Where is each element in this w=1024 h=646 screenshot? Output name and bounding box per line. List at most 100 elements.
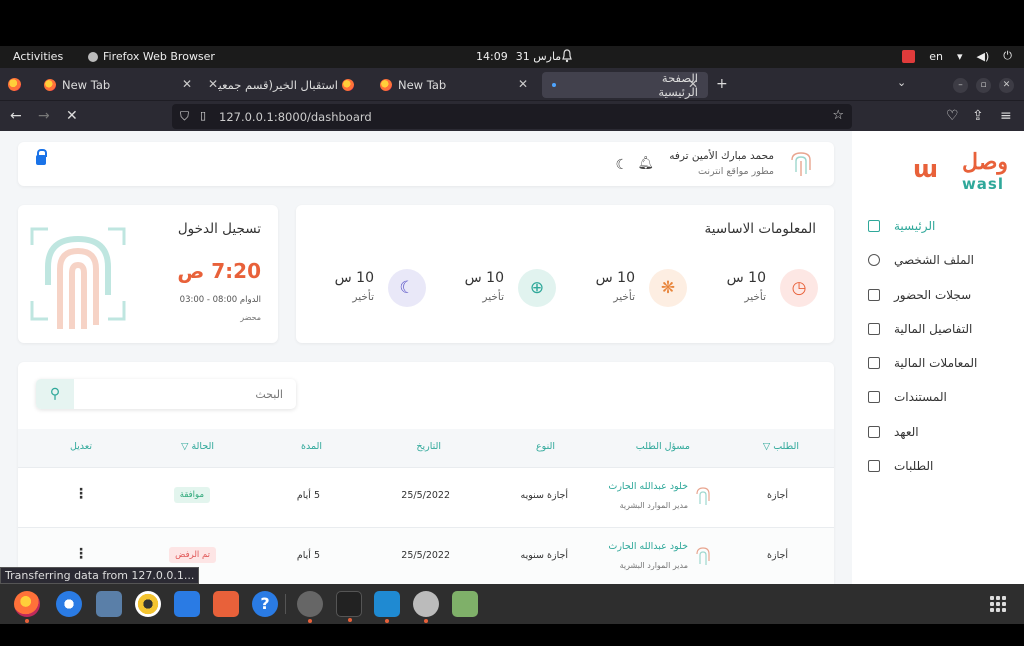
sidebar-item-attendance[interactable]: سجلات الحضور xyxy=(868,283,1008,307)
cell-type: أجازة سنويه xyxy=(520,490,568,501)
back-arrow-icon[interactable]: ← xyxy=(10,108,22,124)
close-icon[interactable]: ✕ xyxy=(182,77,192,91)
stat-label: تأخير xyxy=(482,291,504,303)
sidebar-item-profile[interactable]: الملف الشخصي xyxy=(868,248,1008,272)
tab-new-tab-2[interactable]: New Tab ✕ xyxy=(370,72,538,98)
sidebar-item-label: الطلبات xyxy=(894,459,934,473)
sidebar-item-documents[interactable]: المستندات xyxy=(868,385,1008,409)
filter-icon[interactable]: ▽ xyxy=(181,441,188,452)
logo-latin: wasl xyxy=(961,175,1004,193)
cell-requester-name[interactable]: خلود عبدالله الحارث xyxy=(608,541,688,552)
cell-requester-name[interactable]: خلود عبدالله الحارث xyxy=(608,481,688,492)
filter-icon[interactable]: ▽ xyxy=(763,441,770,452)
stop-loading-icon[interactable]: ✕ xyxy=(66,108,78,124)
column-header-edit: تعديل xyxy=(69,441,92,452)
list-tabs-chevron-down-icon[interactable]: ⌄ xyxy=(897,76,906,89)
url-text[interactable]: 127.0.0.1:8000/dashboard xyxy=(219,110,372,124)
column-header-type: النوع xyxy=(536,441,555,452)
notification-icon[interactable] xyxy=(562,49,572,63)
rhythmbox-icon[interactable] xyxy=(135,591,161,617)
close-icon[interactable]: ✕ xyxy=(518,77,528,91)
column-header-date: التاريخ xyxy=(416,441,441,452)
notifications-bell-icon[interactable]: 🔔︎ xyxy=(637,156,654,171)
minimize-icon[interactable]: – xyxy=(953,78,968,93)
status-badge: موافقة xyxy=(173,487,210,503)
software-icon[interactable] xyxy=(213,591,239,617)
recording-indicator-icon[interactable] xyxy=(902,49,916,63)
avatar-fingerprint-icon xyxy=(791,152,811,176)
clock-date: 31 مارس xyxy=(515,50,562,63)
lock-icon[interactable] xyxy=(36,149,47,165)
column-header-requester: مسؤل الطلب xyxy=(635,441,690,452)
updater-icon[interactable] xyxy=(413,591,439,623)
app-menu[interactable]: Firefox Web Browser xyxy=(88,50,215,63)
bookmark-star-icon[interactable]: ☆ xyxy=(832,108,844,123)
pocket-icon[interactable]: ♡ xyxy=(946,108,959,124)
login-title: تسجيل الدخول xyxy=(177,221,261,237)
show-apps-grid-icon[interactable] xyxy=(990,596,1006,612)
forward-arrow-icon[interactable]: → xyxy=(38,108,50,124)
sidebar-item-financial-details[interactable]: التفاصيل المالية xyxy=(868,317,1008,341)
more-options-icon[interactable]: ⋮ xyxy=(74,486,88,502)
writer-icon[interactable] xyxy=(174,591,200,617)
dock-separator xyxy=(285,594,286,614)
vscode-icon[interactable] xyxy=(374,591,400,623)
sidebar-item-requests[interactable]: الطلبات xyxy=(868,454,1008,478)
restore-icon[interactable]: ▫ xyxy=(976,78,991,93)
close-icon[interactable]: ✕ xyxy=(208,77,218,91)
close-icon[interactable]: ✕ xyxy=(688,77,698,91)
sidebar-item-home[interactable]: الرئيسية xyxy=(868,214,1008,238)
dark-mode-moon-icon[interactable]: ☾ xyxy=(615,157,628,173)
document-icon xyxy=(868,391,880,403)
sidebar-item-label: التفاصيل المالية xyxy=(894,322,973,336)
tab-new-tab-1[interactable]: New Tab ✕ xyxy=(34,72,202,98)
login-card: تسجيل الدخول 7:20 ص الدوام 08:00 - 03:00… xyxy=(18,205,278,343)
sidebar-item-financial-transactions[interactable]: المعاملات المالية xyxy=(868,351,1008,375)
table-row[interactable]: أجازة خلود عبدالله الحارث مدير الموارد ا… xyxy=(18,467,834,527)
thunderbird-icon[interactable] xyxy=(56,591,82,617)
search-input[interactable] xyxy=(76,379,291,409)
column-header-status[interactable]: الحالة ▽ xyxy=(181,441,214,452)
stat-item: ⊕ 10 س تأخير xyxy=(444,267,572,313)
extensions-icon[interactable]: ⇪ xyxy=(972,108,984,124)
clock[interactable]: 14:09 31 مارس xyxy=(476,50,561,63)
address-bar[interactable]: ⛉ ▯ 127.0.0.1:8000/dashboard ☆ xyxy=(172,104,852,129)
more-options-icon[interactable]: ⋮ xyxy=(74,546,88,562)
hamburger-menu-icon[interactable]: ≡ xyxy=(1000,108,1012,124)
home-icon xyxy=(868,220,880,232)
wasl-logo[interactable]: ɯ وصل wasl xyxy=(913,149,1008,197)
search-icon[interactable]: ⚲ xyxy=(36,379,74,409)
trash-icon[interactable] xyxy=(452,591,478,617)
sidebar-item-label: المستندات xyxy=(894,390,947,404)
help-icon[interactable]: ? xyxy=(252,591,278,617)
status-badge: تم الرفض xyxy=(169,547,216,563)
firefox-view-icon[interactable] xyxy=(8,78,21,91)
tab-label: New Tab xyxy=(398,78,447,92)
clock-icon: ◷ xyxy=(780,269,818,307)
firefox-small-icon xyxy=(88,51,98,62)
status-toast: Transferring data from 127.0.0.1... xyxy=(0,567,200,584)
column-header-request[interactable]: الطلب ▽ xyxy=(763,441,799,452)
user-info[interactable]: محمد مبارك الأمين ترفه مطور مواقع انترنت xyxy=(669,150,774,177)
language-indicator[interactable]: en xyxy=(929,50,943,63)
sidebar-item-custody[interactable]: العهد xyxy=(868,420,1008,444)
power-icon: ⏻ xyxy=(1003,49,1012,62)
activities-button[interactable]: Activities xyxy=(13,50,63,63)
tab-dashboard[interactable]: الصفحة الرئيسية ✕ xyxy=(542,71,708,99)
new-tab-button[interactable]: + xyxy=(716,76,728,92)
close-window-icon[interactable]: ✕ xyxy=(999,78,1014,93)
plus-circle-icon: ⊕ xyxy=(518,269,556,307)
settings-icon[interactable] xyxy=(297,591,323,623)
user-name: محمد مبارك الأمين ترفه xyxy=(669,150,774,162)
files-icon[interactable] xyxy=(96,591,122,617)
terminal-icon[interactable] xyxy=(336,591,362,622)
tab-istiqbal[interactable]: استقبال الخير(قسم جمعية الدعـ ✕ xyxy=(202,72,370,98)
system-tray[interactable]: en ▾ ◀) ⏻ xyxy=(902,49,1012,63)
page-info-icon[interactable]: ▯ xyxy=(200,109,206,122)
cell-type: أجازة سنويه xyxy=(520,550,568,561)
firefox-icon[interactable] xyxy=(14,591,40,623)
shield-icon[interactable]: ⛉ xyxy=(180,109,189,124)
dock: ? xyxy=(0,584,1024,624)
tab-bar: New Tab ✕ استقبال الخير(قسم جمعية الدعـ … xyxy=(0,68,1024,100)
login-time: 7:20 ص xyxy=(177,259,261,283)
